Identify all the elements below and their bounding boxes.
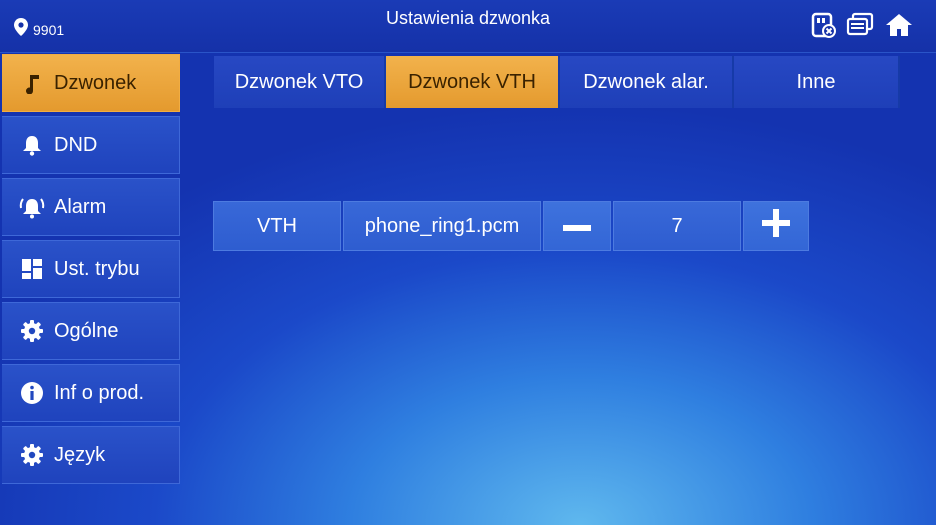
gear-icon [18, 319, 46, 343]
sidebar-item-alarm[interactable]: Alarm [2, 178, 180, 236]
sidebar-item-dzwonek[interactable]: Dzwonek [2, 54, 180, 112]
sidebar-item-label: Alarm [54, 195, 107, 218]
tab-dzwonek-vto[interactable]: Dzwonek VTO [214, 56, 386, 108]
grid-icon [18, 258, 46, 280]
home-icon[interactable] [884, 12, 914, 38]
sidebar-item-label: Inf o prod. [54, 381, 145, 404]
sidebar: Dzwonek DND Alarm Ust. trybu Ogólne Inf … [2, 54, 180, 488]
sidebar-item-ogolne[interactable]: Ogólne [2, 302, 180, 360]
volume-decrease-button[interactable] [543, 201, 611, 251]
sidebar-item-label: Ust. trybu [54, 257, 140, 280]
sd-card-error-icon[interactable] [810, 12, 836, 38]
monitor-icon[interactable] [846, 12, 874, 38]
tab-bar: Dzwonek VTO Dzwonek VTH Dzwonek alar. In… [214, 56, 900, 108]
sidebar-item-label: Ogólne [54, 319, 119, 342]
tab-dzwonek-vth[interactable]: Dzwonek VTH [386, 56, 560, 108]
gear-icon [18, 443, 46, 467]
top-bar: 9901 Ustawienia dzwonka [0, 0, 936, 53]
sidebar-item-ust-trybu[interactable]: Ust. trybu [2, 240, 180, 298]
minus-icon [563, 215, 591, 238]
tab-dzwonek-alar[interactable]: Dzwonek alar. [560, 56, 734, 108]
info-icon [18, 381, 46, 405]
device-label: VTH [213, 201, 341, 251]
plus-icon [762, 209, 790, 243]
tab-inne[interactable]: Inne [734, 56, 900, 108]
sidebar-item-inf-o-prod[interactable]: Inf o prod. [2, 364, 180, 422]
sidebar-item-label: Język [54, 443, 106, 466]
page-title: Ustawienia dzwonka [385, 8, 551, 28]
sidebar-item-label: Dzwonek [54, 71, 137, 94]
alarm-bell-icon [18, 195, 46, 219]
sidebar-item-dnd[interactable]: DND [2, 116, 180, 174]
volume-value: 7 [613, 201, 741, 251]
music-note-icon [18, 72, 46, 94]
sidebar-item-label: DND [54, 133, 98, 156]
ring-setting-row: VTH phone_ring1.pcm 7 [213, 201, 809, 251]
sidebar-item-jezyk[interactable]: Język [2, 426, 180, 484]
bell-icon [18, 134, 46, 156]
volume-increase-button[interactable] [743, 201, 809, 251]
ringtone-select[interactable]: phone_ring1.pcm [343, 201, 541, 251]
